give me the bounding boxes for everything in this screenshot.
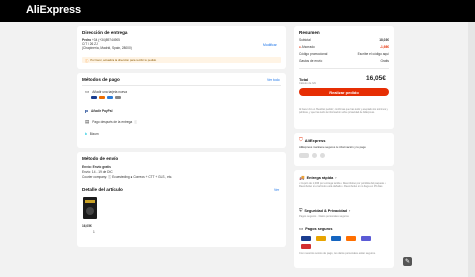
card-brand-icon (115, 96, 121, 99)
summary-value: -1,98€ (379, 45, 389, 49)
view-all-payments-link[interactable]: Ver todo (267, 78, 280, 82)
payment-option-label: Bizum (89, 131, 99, 136)
address-details: Pedro +34 (+34)89744905 C/T / 26 ZJ (Cha… (82, 38, 132, 51)
brand-card-text: AliExpress mantiene seguros tu informaci… (299, 145, 366, 149)
shield-icon: ⛉ (299, 137, 303, 143)
secure-payments-footer: Con nuestros socios de pago, tus datos p… (299, 252, 376, 255)
chevron-right-icon: › (335, 176, 337, 180)
trust-badge-icon (299, 153, 309, 158)
address-notice-text: Por favor, actualiza la dirección para r… (90, 57, 157, 62)
payment-option-card[interactable]: ▭ Añadir una tarjeta nueva (85, 89, 127, 95)
security-header[interactable]: ⛨ Seguridad & Privacidad › (299, 208, 350, 213)
discount-icon: ● (299, 45, 301, 49)
payment-card: Métodos de pago Ver todo ▭ Añadir una ta… (77, 73, 286, 148)
pay-later-icon: ▤ (85, 119, 90, 124)
promo-code-row[interactable]: Código promocional Escribe el código aqu… (299, 52, 389, 56)
summary-label: Subtotal (299, 38, 311, 42)
item-quantity[interactable]: 1 (93, 230, 95, 234)
security-text: Pagos seguros · Datos personales seguros (299, 215, 349, 218)
brand-card-title: AliExpress (304, 137, 326, 143)
payment-logo-icon (361, 236, 371, 241)
tax-note: Cálculo de IVA (299, 82, 316, 85)
shipping-method: Envío: Envío gratis (82, 165, 111, 169)
brand-trust-card: ⛉ AliExpress AliExpress mantiene seguros… (294, 133, 394, 166)
brand-header: ⛉ AliExpress (299, 137, 325, 143)
chevron-right-icon: › (349, 208, 351, 213)
summary-title: Resumen (299, 30, 320, 35)
delivery-date: Envío: 14 - 19 de DIC (82, 170, 113, 174)
warning-icon: ⓘ (85, 58, 89, 63)
credit-card-icon: ▭ (85, 89, 90, 94)
summary-label-text: Ahorrado (301, 45, 315, 49)
product-image[interactable] (83, 197, 97, 219)
divider (82, 85, 281, 86)
summary-value: Gratis (380, 59, 389, 63)
view-item-link[interactable]: Ver (274, 188, 279, 192)
total-value: 16,05€ (366, 75, 386, 82)
legal-text: Al hacer clic en 'Realizar pedido', conf… (299, 108, 388, 114)
payment-option-label: Añadir una tarjeta nueva (92, 89, 127, 94)
trust-badges (299, 153, 330, 158)
address-title: Dirección de entrega (82, 30, 128, 35)
security-title: Seguridad & Privacidad (304, 208, 347, 213)
summary-row: ● Ahorrado -1,98€ (299, 45, 389, 49)
fast-delivery-list: • Cupón de 1,00€ por entrega tardía • Re… (299, 182, 386, 189)
edit-icon[interactable]: ✎ (403, 257, 412, 266)
payment-logo-icon (316, 236, 326, 241)
lock-shield-icon: ⛨ (299, 208, 303, 213)
aliexpress-logo[interactable]: AliExpress (26, 4, 81, 16)
payment-title: Métodos de pago (82, 77, 120, 82)
payment-logo-icon (301, 244, 311, 249)
address-card: Dirección de entrega Pedro +34 (+34)8974… (77, 26, 286, 69)
fast-delivery-line: Reembolso si no llega en 35 días (344, 185, 383, 189)
top-bar: AliExpress (0, 0, 475, 22)
visa-icon (91, 96, 97, 99)
shipping-title: Método de envío (82, 156, 119, 161)
summary-row: Subtotal 18,03€ (299, 38, 389, 42)
payment-option-label: Añadir PayPal (91, 108, 113, 113)
payment-logo-icon (346, 236, 356, 241)
payment-option-label: Pago después de la entrega (92, 119, 133, 124)
shipping-card: Método de envío Envío: Envío gratis Enví… (77, 152, 286, 247)
payment-logos (301, 236, 389, 249)
secure-payments-header: ▭ Pagos seguros (299, 226, 333, 232)
trust-badge-icon (312, 153, 317, 158)
change-address-link[interactable]: Modificar (263, 43, 277, 47)
payment-option-paypal[interactable]: P Añadir PayPal (85, 108, 112, 114)
secure-payments-title: Pagos seguros (305, 227, 333, 231)
payment-option-bizum[interactable]: ᵇ Bizum (85, 131, 99, 137)
summary-label: ● Ahorrado (299, 45, 315, 49)
item-price: 16,05€ (82, 224, 92, 228)
paypal-icon: P (85, 108, 89, 114)
payment-logo-icon (331, 236, 341, 241)
payment-logo-icon (301, 236, 311, 241)
trust-badge-icon (320, 153, 325, 158)
fast-delivery-header[interactable]: 🚚 Entrega rápida › (299, 175, 336, 181)
payment-option-pay-later[interactable]: ▤ Pago después de la entrega ⓘ (85, 119, 137, 125)
summary-label: Código promocional (299, 52, 328, 56)
bizum-icon: ᵇ (85, 131, 87, 137)
info-icon[interactable]: ⓘ (134, 120, 137, 124)
summary-value: 18,03€ (379, 38, 389, 42)
fast-delivery-title: Entrega rápida (306, 176, 334, 180)
promo-code-input[interactable]: Escribe el código aquí (358, 52, 389, 56)
scrollbar[interactable] (468, 22, 475, 277)
item-detail-title: Detalle del artículo (82, 187, 123, 192)
divider (299, 68, 389, 69)
card-brands (91, 96, 123, 99)
truck-icon: 🚚 (299, 175, 305, 180)
card-icon: ▭ (299, 226, 304, 231)
mastercard-icon (99, 96, 105, 99)
trust-info-card: 🚚 Entrega rápida › • Cupón de 1,00€ por … (294, 170, 394, 268)
amex-icon (107, 96, 113, 99)
address-notice: ⓘ Por favor, actualiza la dirección para… (82, 57, 281, 63)
fast-delivery-line: Reembolso si el artículo está dañado (299, 185, 342, 189)
summary-row: Gastos de envío Gratis (299, 59, 389, 63)
address-line2: (Chapinería, Madrid, Spain, 28000) (82, 46, 132, 51)
summary-label: Gastos de envío (299, 59, 323, 63)
courier-info: Courier company: ⓘ Ecuesteding ● Correos… (82, 175, 173, 179)
place-order-button[interactable]: Realizar pedido (299, 88, 389, 96)
summary-card: Resumen Subtotal 18,03€ ● Ahorrado -1,98… (294, 26, 394, 129)
